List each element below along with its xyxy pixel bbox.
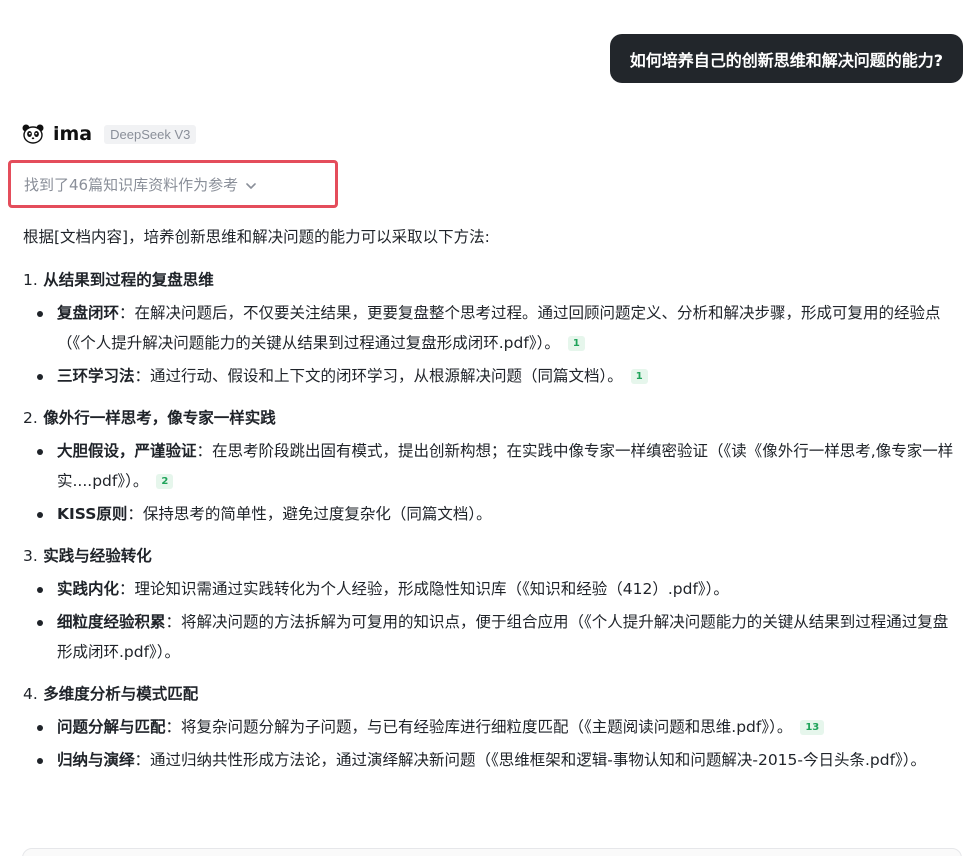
input-area-edge [22, 848, 962, 856]
item-term: KISS原则 [57, 505, 128, 523]
user-message-text: 如何培养自己的创新思维和解决问题的能力? [629, 50, 943, 70]
list-item: 细粒度经验积累：将解决问题的方法拆解为可复用的知识点，便于组合应用（《个人提升解… [23, 607, 958, 667]
list-item: 复盘闭环：在解决问题后，不仅要关注结果，更要复盘整个思考过程。通过回顾问题定义、… [23, 298, 958, 358]
section-title: 3. 实践与经验转化 [23, 541, 958, 571]
answer-section: 4. 多维度分析与模式匹配 问题分解与匹配：将复杂问题分解为子问题，与已有经验库… [23, 679, 958, 775]
section-title: 1. 从结果到过程的复盘思维 [23, 265, 958, 295]
item-text: ：通过行动、假设和上下文的闭环学习，从根源解决问题（同篇文档）。 [134, 367, 623, 385]
list-item: 三环学习法：通过行动、假设和上下文的闭环学习，从根源解决问题（同篇文档）。 1 [23, 361, 958, 391]
item-term: 三环学习法 [57, 367, 135, 385]
list-item: 归纳与演绎：通过归纳共性形成方法论，通过演绎解决新问题（《思维框架和逻辑-事物认… [23, 745, 958, 775]
item-term: 复盘闭环 [57, 304, 120, 322]
bot-header: ima DeepSeek V3 [22, 123, 197, 145]
section-number: 1. [23, 271, 38, 289]
section-number: 2. [23, 409, 38, 427]
item-term: 实践内化 [57, 580, 120, 598]
list-item: KISS原则：保持思考的简单性，避免过度复杂化（同篇文档）。 [23, 499, 958, 529]
section-title: 4. 多维度分析与模式匹配 [23, 679, 958, 709]
section-heading: 多维度分析与模式匹配 [43, 685, 199, 703]
section-number: 4. [23, 685, 38, 703]
answer-section: 3. 实践与经验转化 实践内化：理论知识需通过实践转化为个人经验，形成隐性知识库… [23, 541, 958, 667]
panda-icon [22, 124, 44, 144]
item-text: ：通过归纳共性形成方法论，通过演绎解决新问题（《思维框架和逻辑-事物认知和问题解… [134, 751, 927, 769]
list-item: 问题分解与匹配：将复杂问题分解为子问题，与已有经验库进行细粒度匹配（《主题阅读问… [23, 712, 958, 742]
bot-name: ima [53, 123, 93, 145]
references-toggle[interactable]: 找到了46篇知识库资料作为参考 [8, 160, 338, 208]
citation-badge[interactable]: 2 [156, 474, 174, 489]
answer-intro: 根据[文档内容]，培养创新思维和解决问题的能力可以采取以下方法: [23, 228, 490, 246]
item-term: 大胆假设，严谨验证 [57, 442, 197, 460]
list-item: 大胆假设，严谨验证：在思考阶段跳出固有模式，提出创新构想；在实践中像专家一样缜密… [23, 436, 958, 496]
citation-badge[interactable]: 1 [567, 336, 585, 351]
item-text: ：将复杂问题分解为子问题，与已有经验库进行细粒度匹配（《主题阅读问题和思维.pd… [165, 718, 793, 736]
user-message-bubble: 如何培养自己的创新思维和解决问题的能力? [609, 34, 963, 83]
item-term: 问题分解与匹配 [57, 718, 166, 736]
item-text: ：保持思考的简单性，避免过度复杂化（同篇文档）。 [127, 505, 492, 523]
model-badge: DeepSeek V3 [104, 124, 197, 144]
section-number: 3. [23, 547, 38, 565]
citation-badge[interactable]: 1 [630, 369, 648, 384]
answer-section: 2. 像外行一样思考，像专家一样实践 大胆假设，严谨验证：在思考阶段跳出固有模式… [23, 403, 958, 529]
citation-badge[interactable]: 13 [800, 720, 825, 735]
answer-content: 根据[文档内容]，培养创新思维和解决问题的能力可以采取以下方法: 1. 从结果到… [23, 222, 958, 787]
item-text: ：将解决问题的方法拆解为可复用的知识点，便于组合应用（《个人提升解决问题能力的关… [57, 613, 949, 661]
item-term: 细粒度经验积累 [57, 613, 166, 631]
section-heading: 像外行一样思考，像专家一样实践 [43, 409, 276, 427]
item-text: ：在解决问题后，不仅要关注结果，更要复盘整个思考过程。通过回顾问题定义、分析和解… [57, 304, 941, 352]
item-text: ：理论知识需通过实践转化为个人经验，形成隐性知识库（《知识和经验（412）.pd… [119, 580, 729, 598]
list-item: 实践内化：理论知识需通过实践转化为个人经验，形成隐性知识库（《知识和经验（412… [23, 574, 958, 604]
section-heading: 从结果到过程的复盘思维 [43, 271, 214, 289]
section-title: 2. 像外行一样思考，像专家一样实践 [23, 403, 958, 433]
item-term: 归纳与演绎 [57, 751, 135, 769]
section-heading: 实践与经验转化 [43, 547, 152, 565]
chevron-down-icon [245, 178, 257, 190]
answer-section: 1. 从结果到过程的复盘思维 复盘闭环：在解决问题后，不仅要关注结果，更要复盘整… [23, 265, 958, 391]
references-label: 找到了46篇知识库资料作为参考 [24, 175, 239, 194]
